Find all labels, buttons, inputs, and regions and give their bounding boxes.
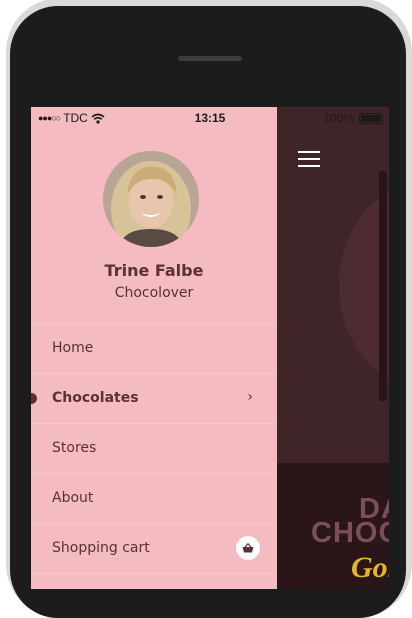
promo-headline-2: CHOC	[311, 517, 389, 549]
active-indicator	[31, 393, 37, 404]
wifi-icon	[91, 113, 105, 124]
menu-item-label: Stores	[52, 440, 97, 456]
menu-divider	[31, 573, 277, 589]
promo-banner: DA CHOC Gol	[277, 463, 389, 589]
status-right: 100%	[323, 111, 383, 125]
menu-item-about[interactable]: About	[31, 473, 277, 523]
battery-percent: 100%	[323, 111, 354, 125]
hero-chocolate-bar	[379, 171, 387, 401]
user-role: Chocolover	[114, 285, 194, 301]
menu-item-stores[interactable]: Stores	[31, 423, 277, 473]
side-drawer: ●●●○○ TDC Trine Falbe Chocolover Home Ch…	[31, 107, 277, 589]
hero-image	[277, 107, 389, 463]
menu-item-home[interactable]: Home	[31, 323, 277, 373]
avatar-photo	[103, 151, 199, 247]
menu-item-label: Chocolates	[52, 390, 139, 406]
screen: DA CHOC Gol 100% ●●●○○ TDC	[31, 107, 389, 589]
signal-icon: ●●●○○	[38, 113, 61, 123]
user-name: Trine Falbe	[104, 261, 204, 280]
menu-item-shopping-cart[interactable]: Shopping cart	[31, 523, 277, 573]
drawer-menu: Home Chocolates › Stores About Shopping …	[31, 323, 277, 589]
menu-item-label: Shopping cart	[52, 540, 150, 556]
battery-icon	[359, 112, 383, 124]
carrier-name: TDC	[63, 111, 88, 125]
menu-item-chocolates[interactable]: Chocolates ›	[31, 373, 277, 423]
basket-icon[interactable]	[236, 536, 260, 560]
chocolate-app-main: DA CHOC Gol 100%	[277, 107, 389, 589]
status-left: ●●●○○ TDC	[38, 111, 105, 125]
avatar[interactable]	[103, 151, 199, 247]
promo-headline-3: Gol	[351, 551, 389, 584]
chevron-right-icon: ›	[247, 389, 253, 405]
menu-icon[interactable]	[298, 151, 320, 167]
phone-speaker	[178, 56, 242, 61]
menu-item-label: About	[52, 490, 94, 506]
menu-item-label: Home	[52, 340, 94, 356]
